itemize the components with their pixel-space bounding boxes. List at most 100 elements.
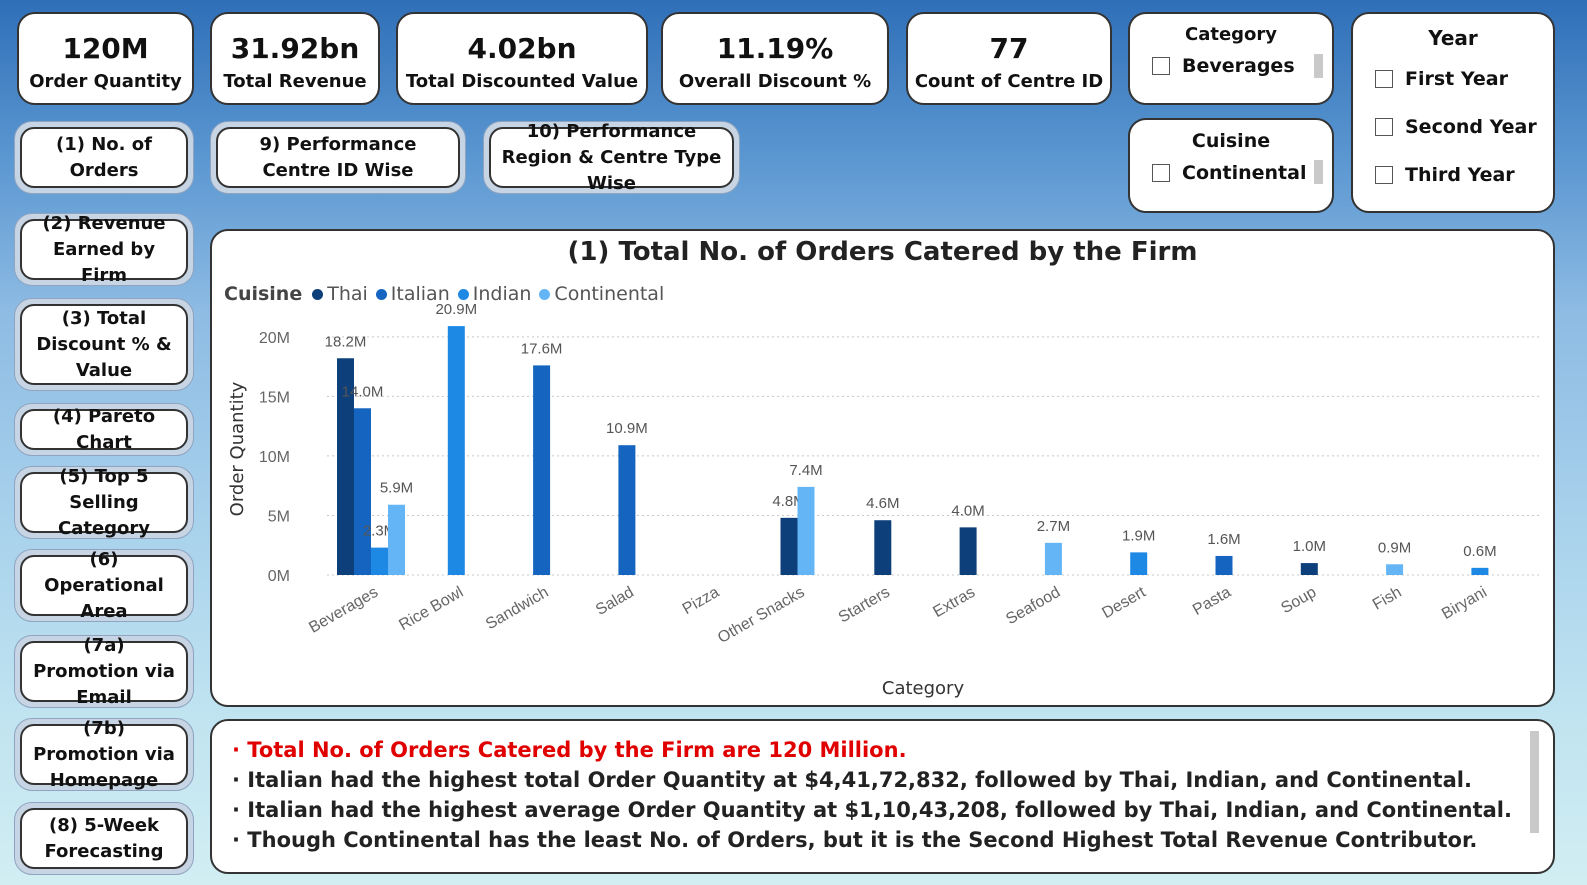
insight-text: Italian had the highest total Order Quan…	[247, 768, 1472, 792]
insight-line: · Though Continental has the least No. o…	[232, 825, 1553, 855]
nav-label[interactable]: (6) Operational Area	[20, 549, 188, 622]
data-label: 20.9M	[435, 301, 477, 318]
nav-label[interactable]: (7a) Promotion via Email	[20, 635, 188, 708]
nav-label[interactable]: (5) Top 5 Selling Category	[20, 466, 188, 539]
data-label: 4.6M	[866, 495, 899, 512]
checkbox[interactable]	[1152, 57, 1170, 75]
nav-pareto-chart[interactable]: (4) Pareto Chart	[14, 403, 194, 456]
bar-indian-beverages	[371, 547, 388, 575]
y-axis-label: Order Quantity	[227, 381, 248, 516]
x-tick-label: Beverages	[306, 584, 381, 637]
y-tick-label: 5M	[268, 508, 290, 525]
x-tick-label: Pasta	[1190, 584, 1234, 619]
nav-forecasting[interactable]: (8) 5-Week Forecasting	[14, 802, 194, 875]
insight-bullet: ·	[232, 738, 240, 762]
option-label: Third Year	[1405, 164, 1515, 186]
bar-continental-seafood	[1044, 542, 1062, 575]
kpi-label: Count of Centre ID	[914, 71, 1104, 92]
option-label: Second Year	[1405, 116, 1537, 138]
nav-label[interactable]: (8) 5-Week Forecasting	[20, 808, 188, 869]
insights-scrollbar[interactable]	[1530, 731, 1539, 833]
kpi-count-centre-id: 77 Count of Centre ID	[906, 12, 1112, 105]
data-label: 4.0M	[951, 502, 984, 519]
option-label: Continental	[1182, 162, 1307, 184]
bar-continental-fish	[1386, 564, 1404, 575]
x-tick-label: Biryani	[1439, 584, 1490, 623]
data-label: 7.4M	[789, 462, 822, 479]
x-tick-label: Salad	[593, 584, 637, 619]
kpi-label: Order Quantity	[29, 71, 182, 92]
nav-label[interactable]: (7b) Promotion via Homepage	[20, 718, 188, 791]
slicer-option-first-year[interactable]: First Year	[1375, 68, 1553, 90]
data-label: 2.7M	[1037, 518, 1070, 535]
nav-promotion-homepage[interactable]: (7b) Promotion via Homepage	[14, 718, 194, 791]
insights-panel: · Total No. of Orders Catered by the Fir…	[210, 719, 1555, 874]
kpi-total-discounted-value: 4.02bn Total Discounted Value	[396, 12, 648, 105]
nav-label[interactable]: (1) No. of Orders	[20, 127, 188, 188]
nav-label[interactable]: 9) Performance Centre ID Wise	[216, 127, 460, 188]
insight-bullet: ·	[232, 768, 240, 792]
option-label: First Year	[1405, 68, 1508, 90]
bar-italian-salad	[618, 445, 636, 575]
insight-line: · Italian had the highest average Order …	[232, 795, 1553, 825]
x-tick-label: Seafood	[1003, 584, 1063, 629]
y-tick-label: 0M	[268, 568, 290, 585]
data-label: 18.2M	[325, 333, 367, 350]
data-label: 0.6M	[1463, 543, 1496, 560]
x-tick-label: Extras	[930, 584, 978, 621]
slicer-title: Cuisine	[1191, 130, 1271, 152]
kpi-order-quantity: 120M Order Quantity	[17, 12, 194, 105]
nav-operational-area[interactable]: (6) Operational Area	[14, 549, 194, 622]
nav-revenue-earned[interactable]: (2) Revenue Earned by Firm	[14, 213, 194, 286]
bar-italian-beverages	[354, 408, 371, 575]
nav-performance-region[interactable]: 10) Performance Region & Centre Type Wis…	[483, 121, 740, 194]
kpi-label: Total Discounted Value	[405, 71, 639, 92]
nav-label[interactable]: 10) Performance Region & Centre Type Wis…	[489, 121, 734, 194]
checkbox[interactable]	[1375, 166, 1393, 184]
kpi-label: Total Revenue	[223, 71, 367, 92]
x-axis-label: Category	[882, 678, 965, 699]
year-slicer: Year First Year Second Year Third Year	[1351, 12, 1555, 213]
nav-performance-centre[interactable]: 9) Performance Centre ID Wise	[210, 121, 466, 194]
checkbox[interactable]	[1152, 164, 1170, 182]
bar-continental-beverages	[388, 504, 405, 575]
bar-italian-sandwich	[533, 365, 551, 575]
bar-indian-rice-bowl	[447, 326, 465, 575]
slicer-option-second-year[interactable]: Second Year	[1375, 116, 1553, 138]
slicer-scrollbar[interactable]	[1314, 160, 1323, 184]
x-tick-label: Starters	[836, 584, 893, 627]
orders-chart-panel: (1) Total No. of Orders Catered by the F…	[210, 229, 1555, 707]
orders-bar-chart: 0M 5M 10M 15M 20M Order Quantity Category 18.2M…	[227, 301, 1542, 699]
kpi-value: 4.02bn	[467, 32, 577, 65]
kpi-label: Overall Discount %	[678, 71, 872, 92]
x-tick-label: Pizza	[680, 584, 722, 618]
checkbox[interactable]	[1375, 70, 1393, 88]
nav-no-of-orders[interactable]: (1) No. of Orders	[14, 121, 194, 194]
nav-label[interactable]: (4) Pareto Chart	[20, 406, 188, 453]
nav-top5-selling[interactable]: (5) Top 5 Selling Category	[14, 466, 194, 539]
data-label: 10.9M	[606, 420, 648, 437]
insight-line: · Italian had the highest total Order Qu…	[232, 765, 1553, 795]
nav-label[interactable]: (2) Revenue Earned by Firm	[20, 213, 188, 286]
bar-thai-extras	[959, 527, 977, 575]
data-label: 1.0M	[1293, 538, 1326, 555]
nav-promotion-email[interactable]: (7a) Promotion via Email	[14, 635, 194, 708]
category-slicer: Category Beverages	[1128, 12, 1334, 105]
kpi-value: 120M	[62, 32, 149, 65]
insight-bullet: ·	[232, 798, 240, 822]
slicer-option-beverages[interactable]: Beverages	[1152, 55, 1332, 77]
slicer-scrollbar[interactable]	[1314, 54, 1323, 78]
checkbox[interactable]	[1375, 118, 1393, 136]
y-tick-label: 20M	[259, 330, 290, 347]
cuisine-slicer: Cuisine Continental	[1128, 118, 1334, 213]
slicer-option-continental[interactable]: Continental	[1152, 162, 1332, 184]
nav-total-discount[interactable]: (3) Total Discount % & Value	[14, 298, 194, 391]
bar-thai-soup	[1300, 563, 1318, 575]
x-tick-label: Rice Bowl	[396, 584, 466, 634]
nav-label[interactable]: (3) Total Discount % & Value	[20, 304, 188, 385]
insight-text: Total No. of Orders Catered by the Firm …	[247, 738, 907, 762]
kpi-value: 77	[989, 32, 1029, 65]
slicer-option-third-year[interactable]: Third Year	[1375, 164, 1553, 186]
insight-text: Though Continental has the least No. of …	[247, 828, 1478, 852]
kpi-total-revenue: 31.92bn Total Revenue	[210, 12, 380, 105]
